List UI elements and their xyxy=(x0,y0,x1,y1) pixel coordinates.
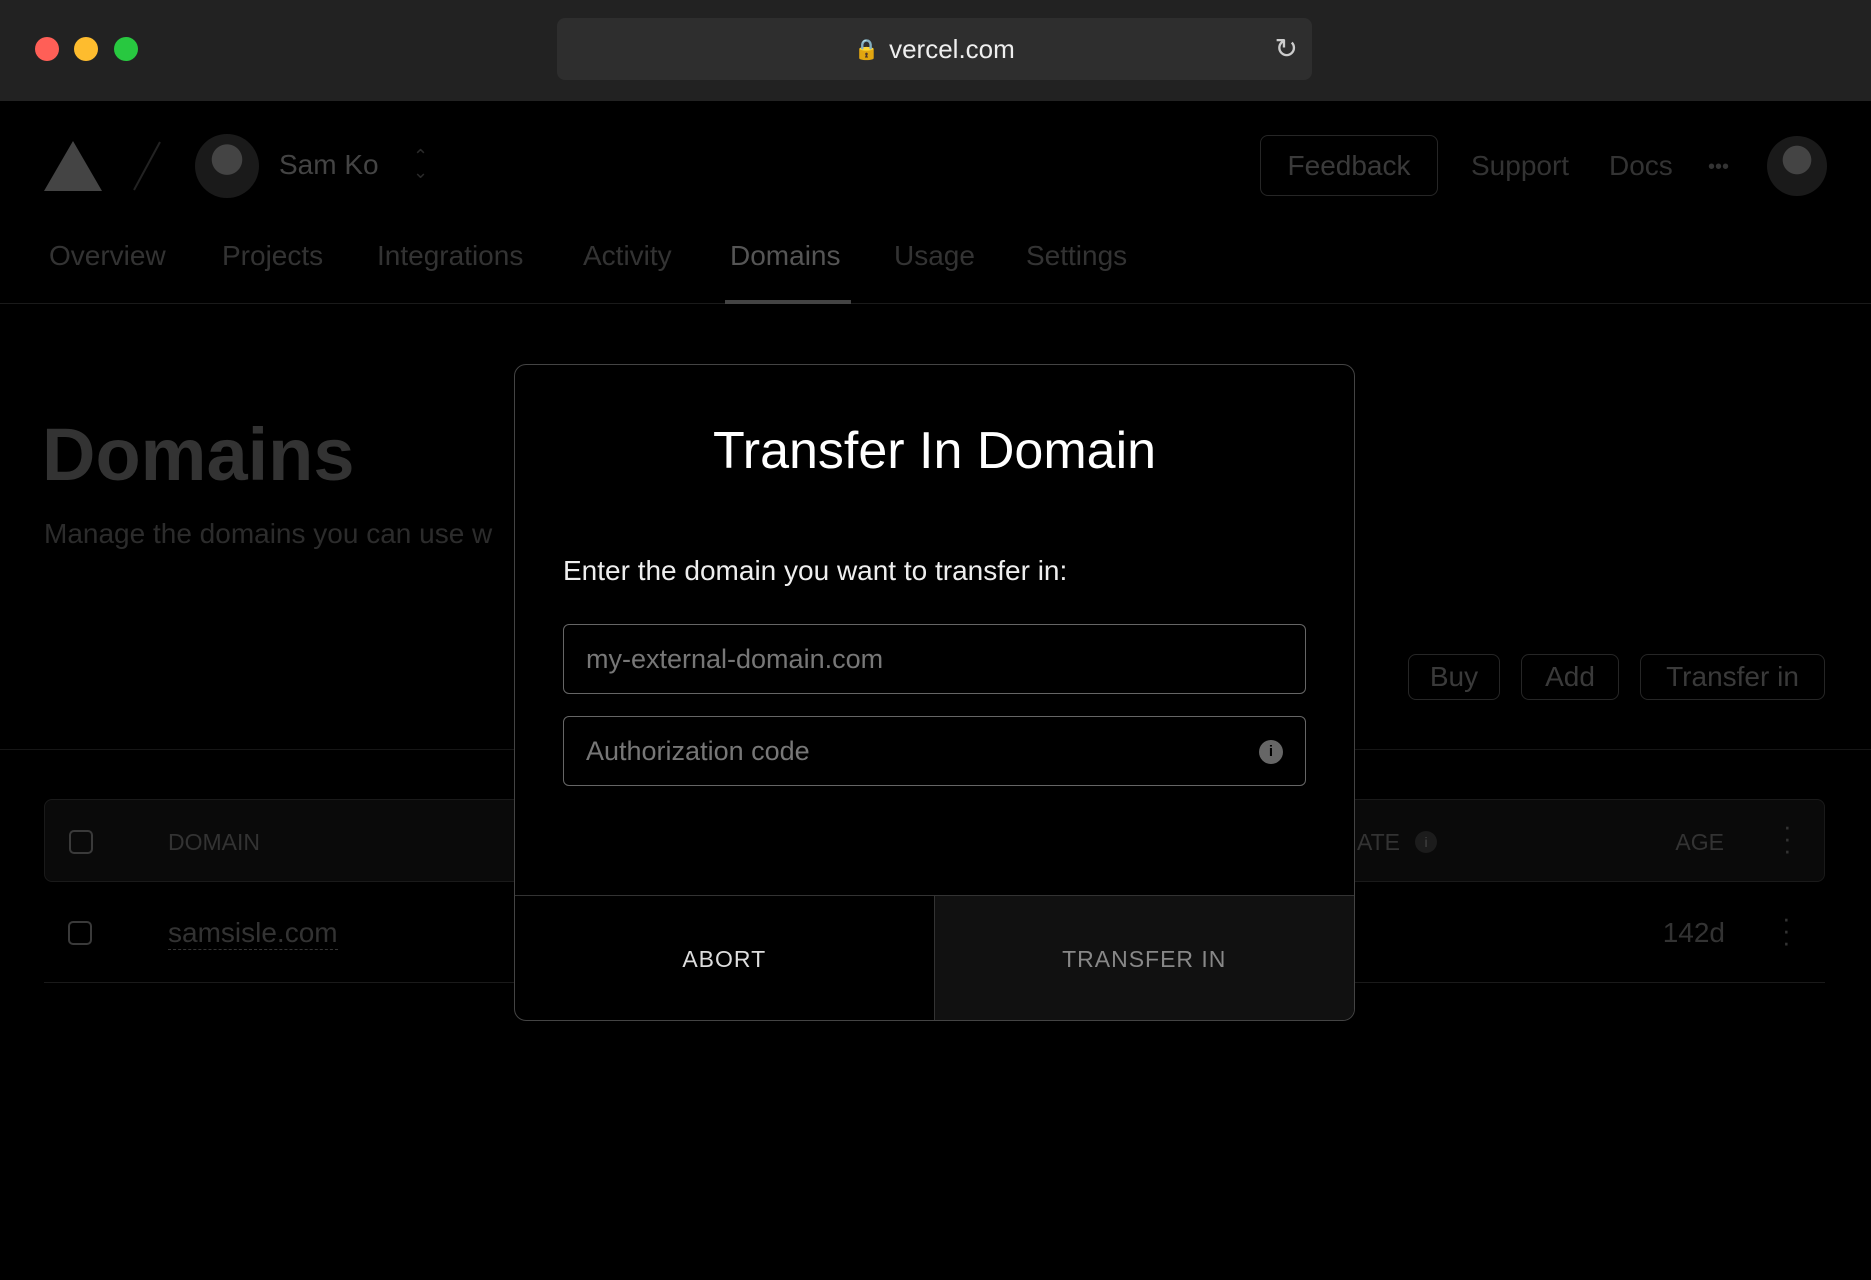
kebab-menu-icon[interactable]: · · · xyxy=(1783,813,1792,863)
maximize-window-button[interactable] xyxy=(114,37,138,61)
info-icon[interactable]: i xyxy=(1415,831,1437,853)
more-icon[interactable]: ••• xyxy=(1708,156,1729,179)
modal-title: Transfer In Domain xyxy=(712,422,1157,480)
docs-link[interactable]: Docs xyxy=(1609,150,1673,182)
team-avatar[interactable] xyxy=(195,134,259,198)
browser-titlebar: 🔒 vercel.com ↻ xyxy=(0,0,1871,101)
row-kebab-menu-icon[interactable]: · · · xyxy=(1782,905,1791,955)
buy-button[interactable]: Buy xyxy=(1408,654,1500,700)
tab-overview[interactable]: Overview xyxy=(49,240,166,272)
domain-input[interactable]: my-external-domain.com xyxy=(563,624,1306,694)
tab-activity[interactable]: Activity xyxy=(583,240,672,272)
slash-divider-icon xyxy=(133,141,161,191)
domain-age: 142d xyxy=(1662,917,1725,948)
tab-projects[interactable]: Projects xyxy=(222,240,323,272)
transfer-in-submit-button[interactable]: TRANSFER IN xyxy=(934,896,1354,1020)
age-column-header[interactable]: AGE xyxy=(1675,829,1724,856)
page-title: Domains xyxy=(42,413,355,496)
modal-instruction: Enter the domain you want to transfer in… xyxy=(563,555,1068,586)
tab-domains[interactable]: Domains xyxy=(730,240,840,272)
date-column-header[interactable]: ATE xyxy=(1357,829,1400,856)
domain-column-header[interactable]: DOMAIN xyxy=(168,829,260,856)
lock-icon: 🔒 xyxy=(854,38,880,61)
row-checkbox[interactable] xyxy=(68,921,92,945)
tab-settings[interactable]: Settings xyxy=(1026,240,1127,272)
tab-usage[interactable]: Usage xyxy=(894,240,975,272)
nav-divider xyxy=(0,303,1871,304)
add-button[interactable]: Add xyxy=(1521,654,1619,700)
transfer-domain-modal: Transfer In Domain Enter the domain you … xyxy=(514,364,1355,1021)
tab-integrations[interactable]: Integrations xyxy=(377,240,523,272)
info-icon[interactable]: i xyxy=(1259,740,1283,764)
feedback-button[interactable]: Feedback xyxy=(1260,135,1438,196)
support-link[interactable]: Support xyxy=(1471,150,1569,182)
team-switcher-chevrons-icon[interactable]: ⌃ ⌄ xyxy=(413,147,428,181)
address-bar[interactable]: 🔒 vercel.com ↻ xyxy=(557,18,1312,80)
team-name[interactable]: Sam Ko xyxy=(279,149,379,181)
page-subtitle: Manage the domains you can use w xyxy=(44,518,493,549)
select-all-checkbox[interactable] xyxy=(69,830,93,854)
transfer-in-button[interactable]: Transfer in xyxy=(1640,654,1825,700)
reload-icon[interactable]: ↻ xyxy=(1275,32,1298,65)
vercel-logo-icon[interactable] xyxy=(44,141,102,191)
abort-button[interactable]: ABORT xyxy=(515,896,935,1020)
active-tab-indicator xyxy=(725,300,851,304)
domain-link[interactable]: samsisle.com xyxy=(168,917,338,950)
authorization-code-input[interactable]: Authorization code i xyxy=(563,716,1306,786)
minimize-window-button[interactable] xyxy=(74,37,98,61)
user-avatar[interactable] xyxy=(1767,136,1827,196)
authorization-code-placeholder: Authorization code xyxy=(586,735,810,766)
close-window-button[interactable] xyxy=(35,37,59,61)
url-text: vercel.com xyxy=(889,33,1015,64)
modal-footer: ABORT TRANSFER IN xyxy=(515,895,1354,1020)
